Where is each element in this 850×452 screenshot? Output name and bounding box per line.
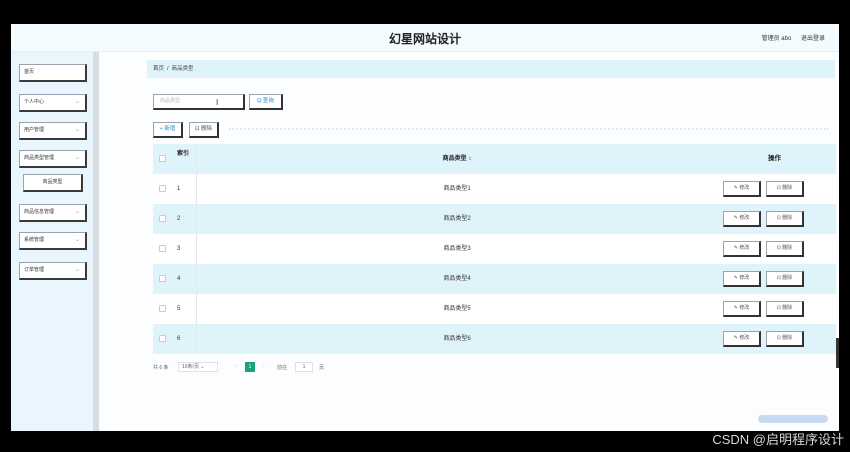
app-window: 幻星网站设计 管理员 abo 退出登录 首页 个人中心 ⌄ 用户管理 ⌄ 商品类型管… (11, 24, 839, 431)
page-size-value: 10条/页 (182, 364, 199, 370)
delete-button[interactable]: ⊡ 删除 (189, 122, 219, 138)
row-index: 2 (177, 204, 197, 234)
sidebar-item-product-type[interactable]: 商品类型 (23, 174, 83, 192)
sidebar-item-label: 系统管理 (24, 237, 45, 243)
row-delete-button[interactable]: ⊡ 删除 (766, 271, 804, 287)
row-ops: ✎ 修改 ⊡ 删除 (713, 324, 836, 354)
chevron-down-icon: ⌄ (74, 155, 80, 161)
edit-button[interactable]: ✎ 修改 (723, 241, 761, 257)
row-ops: ✎ 修改 ⊡ 删除 (713, 294, 836, 324)
row-delete-button[interactable]: ⊡ 删除 (766, 301, 804, 317)
row-checkbox[interactable] (159, 185, 166, 192)
breadcrumb-separator: / (167, 66, 169, 72)
sidebar-item-order-mgmt[interactable]: 订单管理 ⌄ (19, 262, 87, 280)
pagination-total: 共 6 条 (153, 365, 169, 371)
divider (229, 128, 829, 130)
table-row: 6 商品类型6 ✎ 修改 ⊡ 删除 (153, 324, 836, 354)
table-row: 3 商品类型3 ✎ 修改 ⊡ 删除 (153, 234, 836, 264)
sidebar: 首页 个人中心 ⌄ 用户管理 ⌄ 商品类型管理 ⌄ 商品类型 商品信息管理 ⌄ 系统管理… (11, 52, 99, 431)
row-ops: ✎ 修改 ⊡ 删除 (713, 234, 836, 264)
chevron-down-icon: ⌄ (74, 237, 80, 243)
breadcrumb: 首页 / 商品类型 (147, 60, 835, 78)
add-button[interactable]: + 新增 (153, 122, 183, 138)
row-type: 商品类型2 (443, 216, 471, 222)
sidebar-item-home[interactable]: 首页 (19, 64, 87, 82)
goto-label: 前往 (277, 365, 288, 371)
row-type: 商品类型5 (443, 306, 471, 312)
sidebar-item-profile[interactable]: 个人中心 ⌄ (19, 94, 87, 112)
goto-unit: 页 (319, 365, 325, 371)
row-checkbox[interactable] (159, 275, 166, 282)
row-checkbox[interactable] (159, 215, 166, 222)
header-type[interactable]: 商品类型 ↕ (197, 144, 717, 174)
edit-button[interactable]: ✎ 修改 (723, 211, 761, 227)
prev-page-icon[interactable]: ‹ (235, 363, 237, 369)
chevron-down-icon: ⌄ (74, 99, 80, 105)
edit-button[interactable]: ✎ 修改 (723, 181, 761, 197)
row-index: 6 (177, 324, 197, 354)
top-bar: 幻星网站设计 管理员 abo 退出登录 (11, 24, 839, 52)
user-name: 管理员 abo (761, 36, 792, 42)
row-ops: ✎ 修改 ⊡ 删除 (713, 174, 836, 204)
sidebar-item-label: 商品类型 (42, 179, 63, 185)
sidebar-item-label: 个人中心 (24, 99, 45, 105)
row-delete-button[interactable]: ⊡ 删除 (766, 181, 804, 197)
table-row: 5 商品类型5 ✎ 修改 ⊡ 删除 (153, 294, 836, 324)
edit-button[interactable]: ✎ 修改 (723, 271, 761, 287)
edit-button[interactable]: ✎ 修改 (723, 331, 761, 347)
row-ops: ✎ 修改 ⊡ 删除 (713, 204, 836, 234)
row-delete-button[interactable]: ⊡ 删除 (766, 241, 804, 257)
table-row: 1 商品类型1 ✎ 修改 ⊡ 删除 (153, 174, 836, 204)
edit-button[interactable]: ✎ 修改 (723, 301, 761, 317)
watermark: CSDN @启明程序设计 (712, 432, 844, 447)
logout-link[interactable]: 退出登录 (801, 36, 825, 42)
sidebar-item-users[interactable]: 用户管理 ⌄ (19, 122, 87, 140)
page-scrollbar[interactable] (836, 338, 839, 368)
decorative-bar (758, 415, 828, 423)
row-index: 1 (177, 174, 197, 204)
sidebar-item-label: 商品信息管理 (24, 209, 55, 215)
text-cursor-icon: I (216, 98, 219, 107)
table-row: 2 商品类型2 ✎ 修改 ⊡ 删除 (153, 204, 836, 234)
search-placeholder: 商品类型 (160, 98, 181, 104)
current-page-button[interactable]: 1 (245, 362, 255, 372)
header-ops: 操作 (768, 155, 781, 162)
sidebar-item-product-type-mgmt[interactable]: 商品类型管理 ⌄ (19, 150, 87, 168)
row-type: 商品类型1 (443, 186, 471, 192)
next-page-icon[interactable]: › (263, 363, 265, 369)
row-type: 商品类型3 (443, 246, 471, 252)
row-index: 4 (177, 264, 197, 294)
row-index: 5 (177, 294, 197, 324)
row-delete-button[interactable]: ⊡ 删除 (766, 331, 804, 347)
row-ops: ✎ 修改 ⊡ 删除 (713, 264, 836, 294)
row-index: 3 (177, 234, 197, 264)
search-input[interactable]: 商品类型 I (153, 94, 245, 110)
sidebar-item-label: 用户管理 (24, 127, 45, 133)
page-size-select[interactable]: 10条/页 ⌄ (178, 362, 218, 372)
breadcrumb-current: 商品类型 (171, 66, 194, 72)
sidebar-item-system-mgmt[interactable]: 系统管理 ⌄ (19, 232, 87, 250)
row-checkbox[interactable] (159, 245, 166, 252)
row-type: 商品类型4 (443, 276, 471, 282)
chevron-down-icon: ⌄ (74, 209, 80, 215)
table-row: 4 商品类型4 ✎ 修改 ⊡ 删除 (153, 264, 836, 294)
user-area: 管理员 abo 退出登录 (754, 33, 825, 42)
header-index: 索引 (177, 144, 197, 174)
sidebar-item-label: 订单管理 (24, 267, 45, 273)
breadcrumb-home[interactable]: 首页 (153, 66, 164, 72)
chevron-down-icon: ⌄ (74, 127, 80, 133)
select-all-checkbox[interactable] (159, 155, 166, 162)
sidebar-item-label: 首页 (24, 69, 35, 75)
sidebar-item-product-info-mgmt[interactable]: 商品信息管理 ⌄ (19, 204, 87, 222)
goto-page-input[interactable]: 1 (295, 362, 313, 372)
table-header-row: 索引 商品类型 ↕ 操作 (153, 144, 836, 174)
row-checkbox[interactable] (159, 305, 166, 312)
row-type: 商品类型6 (443, 336, 471, 342)
sidebar-item-label: 商品类型管理 (24, 155, 55, 161)
chevron-down-icon: ⌄ (74, 267, 80, 273)
app-title: 幻星网站设计 (388, 32, 461, 46)
row-delete-button[interactable]: ⊡ 删除 (766, 211, 804, 227)
row-checkbox[interactable] (159, 335, 166, 342)
search-button[interactable]: Q 查询 (249, 94, 283, 110)
